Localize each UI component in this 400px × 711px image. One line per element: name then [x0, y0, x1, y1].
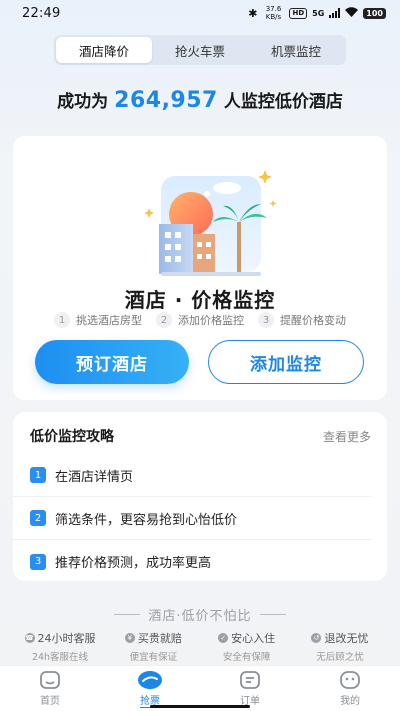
guarantee-title: 买贵就赔 — [137, 632, 182, 645]
nav-label: 首页 — [40, 696, 60, 707]
guarantee-row: ☎ 24小时客服 24h客服在线 ¥ 买贵就赔 便宜有保证 ✓ 安心入住 安全有保障 … — [20, 630, 380, 663]
guarantee-sub: 便宜有保证 — [129, 652, 178, 663]
hd-badge: HD — [289, 7, 308, 19]
battery-icon: 100 — [363, 7, 386, 19]
view-more-link[interactable]: 查看更多 — [323, 428, 371, 445]
add-monitor-button[interactable]: 添加监控 — [208, 340, 364, 384]
divider-line — [114, 614, 141, 615]
step-item: 3 提醒价格变动 — [258, 312, 346, 328]
headset-icon: ☎ — [24, 633, 35, 643]
guide-list: 1 在酒店详情页 2 筛选条件，更容易抢到心怡低价 3 推荐价格预测，成功率更高 — [13, 454, 387, 583]
nav-profile[interactable]: 我的 — [300, 666, 400, 711]
monitor-steps: 1 挑选酒店房型 2 添加价格监控 3 提醒价格变动 — [13, 312, 387, 328]
card-title: 酒店 · 价格监控 — [124, 288, 276, 312]
guide-header: 低价监控攻略 查看更多 — [13, 412, 387, 446]
guarantee-item: ✓ 安心入住 安全有保障 — [207, 630, 287, 663]
guarantee-title: 退改无忧 — [324, 632, 369, 645]
step-item: 1 挑选酒店房型 — [54, 312, 142, 328]
nav-home[interactable]: 首页 — [0, 666, 100, 711]
step-label: 添加价格监控 — [178, 314, 244, 327]
guide-item-text: 在酒店详情页 — [55, 469, 134, 485]
step-label: 提醒价格变动 — [280, 314, 346, 327]
guarantee-sub: 无后顾之忧 — [316, 652, 364, 663]
step-number: 3 — [258, 312, 274, 328]
tab-hotel-price-drop[interactable]: 酒店降价 — [56, 37, 152, 63]
guarantee-title: 安心入住 — [231, 632, 276, 645]
home-icon — [40, 671, 60, 689]
guide-item-number: 2 — [30, 510, 46, 526]
slogan: 酒店·低价不怕比 — [0, 605, 400, 624]
guarantee-title: 24小时客服 — [37, 632, 96, 645]
step-number: 2 — [156, 312, 172, 328]
signal-icon — [329, 8, 341, 18]
status-icons: ✱ 37.6 KB/s HD 5G 100 — [248, 5, 386, 21]
step-item: 2 添加价格监控 — [156, 312, 244, 328]
guarantee-sub: 安全有保障 — [222, 652, 271, 663]
nav-label: 我的 — [340, 696, 360, 707]
book-hotel-button[interactable]: 预订酒店 — [35, 340, 189, 384]
guide-item-text: 筛选条件，更容易抢到心怡低价 — [55, 512, 238, 528]
hotel-illustration — [144, 170, 277, 276]
slogan-text: 酒店·低价不怕比 — [148, 609, 252, 624]
wifi-icon — [345, 6, 359, 20]
guide-item[interactable]: 2 筛选条件，更容易抢到心怡低价 — [13, 497, 371, 540]
monitor-count: 264,957 — [114, 88, 218, 113]
tab-train-tickets[interactable]: 抢火车票 — [152, 37, 248, 63]
guide-item-number: 3 — [30, 553, 46, 570]
step-label: 挑选酒店房型 — [76, 314, 142, 327]
guide-card: 低价监控攻略 查看更多 1 在酒店详情页 2 筛选条件，更容易抢到心怡低价 3 … — [13, 412, 387, 581]
profile-icon — [340, 671, 360, 689]
guarantee-sub: 24h客服在线 — [31, 652, 89, 663]
top-tab-bar: 酒店降价 抢火车票 机票监控 — [54, 35, 346, 65]
headline-prefix: 成功为 — [57, 92, 109, 112]
tab-flight-monitor[interactable]: 机票监控 — [248, 37, 344, 63]
divider-line — [259, 614, 286, 615]
shield-icon: ✓ — [218, 633, 229, 643]
status-bar: 22:49 ✱ 37.6 KB/s HD 5G 100 — [0, 0, 400, 26]
refund-icon: ↺ — [311, 633, 322, 643]
compensation-icon: ¥ — [124, 633, 135, 643]
guarantee-item: ☎ 24小时客服 24h客服在线 — [20, 630, 100, 663]
network-speed: 37.6 KB/s — [265, 5, 282, 21]
guide-title: 低价监控攻略 — [30, 429, 114, 445]
guarantee-item: ¥ 买贵就赔 便宜有保证 — [113, 630, 193, 663]
headline-suffix: 人监控低价酒店 — [223, 92, 343, 112]
headline: 成功为 264,957 人监控低价酒店 — [0, 87, 400, 113]
guarantee-item: ↺ 退改无忧 无后顾之忧 — [300, 630, 380, 663]
signal-type: 5G — [312, 8, 325, 18]
bluetooth-icon: ✱ — [248, 6, 258, 20]
guide-item[interactable]: 1 在酒店详情页 — [13, 454, 371, 497]
guide-item-text: 推荐价格预测，成功率更高 — [55, 556, 212, 571]
home-indicator — [150, 705, 250, 708]
order-icon — [240, 671, 260, 689]
step-number: 1 — [54, 312, 70, 328]
guide-item[interactable]: 3 推荐价格预测，成功率更高 — [13, 540, 371, 583]
ticket-icon — [138, 670, 162, 689]
guide-item-number: 1 — [30, 467, 46, 483]
price-monitor-card: 酒店 · 价格监控 1 挑选酒店房型 2 添加价格监控 3 提醒价格变动 预订酒… — [13, 136, 387, 400]
status-time: 22:49 — [22, 5, 61, 21]
